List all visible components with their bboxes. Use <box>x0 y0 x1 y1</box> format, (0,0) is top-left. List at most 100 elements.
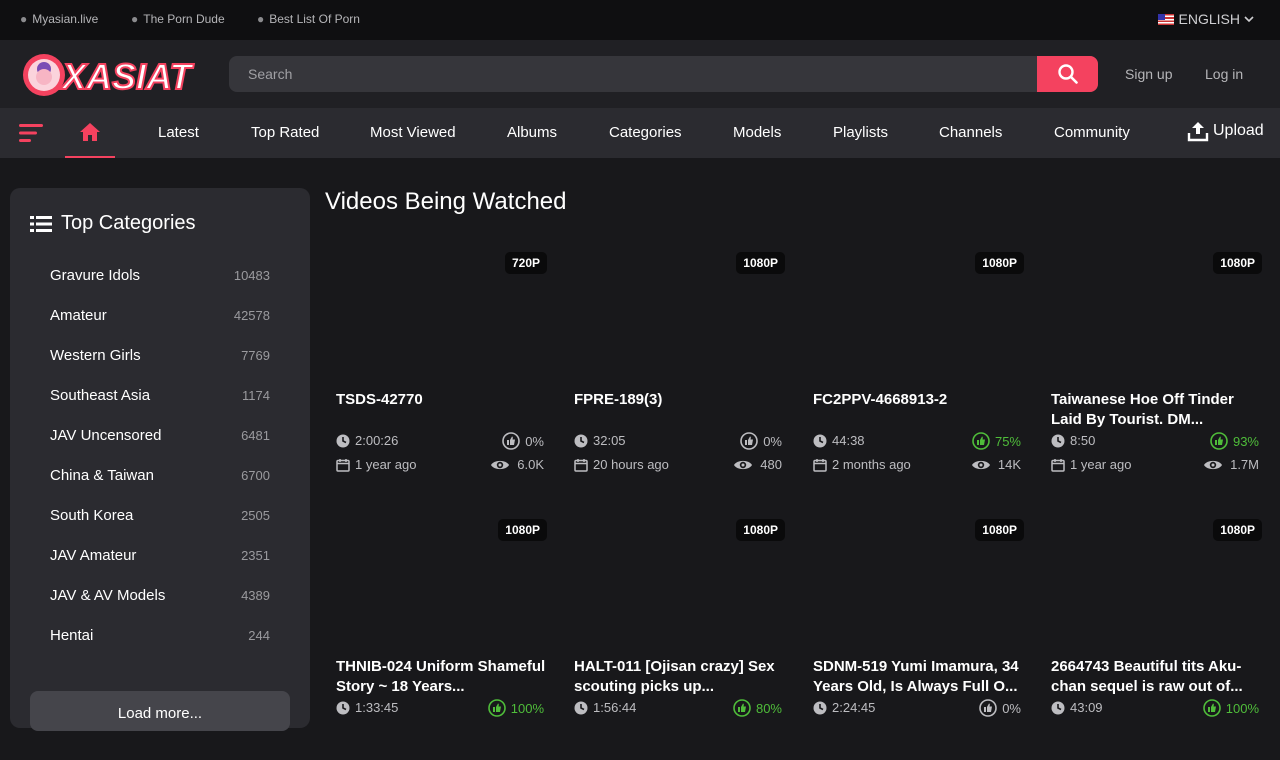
video-card[interactable]: 1080P FC2PPV-4668913-2 44:38 75% 2 months ag… <box>802 243 1028 493</box>
video-title[interactable]: THNIB-024 Uniform Shameful Story ~ 18 Ye… <box>336 657 548 697</box>
rating-text: 100% <box>510 700 544 716</box>
topbar-link-myasian[interactable]: ● Myasian.live <box>20 12 98 26</box>
quality-badge: 720P <box>504 252 547 274</box>
video-title[interactable]: TSDS-42770 <box>336 390 548 410</box>
video-rating: 0% <box>979 699 1021 717</box>
video-rating: 93% <box>1210 432 1259 450</box>
video-rating: 80% <box>733 699 782 717</box>
search-button[interactable] <box>1037 56 1098 92</box>
topbar-link-porndude[interactable]: ● The Porn Dude <box>131 12 225 26</box>
clock-icon <box>336 434 350 447</box>
nav-albums[interactable]: Albums <box>507 124 557 141</box>
rating-text: 75% <box>994 433 1021 449</box>
video-title[interactable]: FPRE-189(3) <box>574 390 786 410</box>
category-item[interactable]: Southeast Asia 1174 <box>50 387 270 404</box>
category-count: 4389 <box>241 588 270 603</box>
category-name: JAV & AV Models <box>50 587 166 604</box>
category-item[interactable]: JAV Uncensored 6481 <box>50 427 270 444</box>
duration-text: 44:38 <box>832 433 865 448</box>
category-count: 244 <box>248 628 270 643</box>
category-count: 7769 <box>241 348 270 363</box>
category-item[interactable]: JAV & AV Models 4389 <box>50 587 270 604</box>
nav-most-viewed[interactable]: Most Viewed <box>370 124 456 141</box>
list-icon <box>30 215 52 232</box>
video-card[interactable]: 1080P SDNM-519 Yumi Imamura, 34 Years Old… <box>802 510 1028 760</box>
video-title[interactable]: FC2PPV-4668913-2 <box>813 390 1025 410</box>
search-icon <box>1057 64 1078 84</box>
video-age: 1 year ago <box>1051 457 1131 472</box>
age-text: 1 year ago <box>1070 457 1132 472</box>
topbar-link-bestlist[interactable]: ● Best List Of Porn <box>257 12 360 26</box>
clock-icon <box>336 701 350 714</box>
category-count: 10483 <box>233 268 270 283</box>
rating-text: 0% <box>525 433 544 449</box>
nav-models[interactable]: Models <box>733 124 781 141</box>
duration-text: 32:05 <box>593 433 626 448</box>
nav-community[interactable]: Community <box>1054 124 1130 141</box>
nav-top-rated[interactable]: Top Rated <box>251 124 319 141</box>
calendar-icon <box>813 458 827 472</box>
category-count: 6700 <box>241 468 270 483</box>
language-selector[interactable]: ENGLISH <box>1157 11 1254 27</box>
quality-badge: 1080P <box>736 519 785 541</box>
category-name: China & Taiwan <box>50 467 154 484</box>
thumbs-up-icon <box>1210 432 1228 450</box>
topbar-link-label: Best List Of Porn <box>269 12 360 26</box>
duration-text: 1:56:44 <box>593 700 637 715</box>
eye-icon <box>734 460 753 469</box>
upload-icon <box>1187 122 1209 142</box>
category-item[interactable]: Gravure Idols 10483 <box>50 267 270 284</box>
load-more-button[interactable]: Load more... <box>30 691 290 731</box>
video-card[interactable]: 1080P Taiwanese Hoe Off Tinder Laid By To… <box>1040 243 1266 493</box>
home-tab[interactable] <box>65 108 115 158</box>
login-link[interactable]: Log in <box>1205 66 1243 82</box>
clock-icon <box>574 701 588 714</box>
video-title[interactable]: Taiwanese Hoe Off Tinder Laid By Tourist… <box>1051 390 1263 430</box>
language-label: ENGLISH <box>1178 11 1240 27</box>
category-item[interactable]: JAV Amateur 2351 <box>50 547 270 564</box>
section-title: Videos Being Watched <box>325 188 567 215</box>
nav-categories[interactable]: Categories <box>609 124 682 141</box>
category-count: 42578 <box>233 308 270 323</box>
duration-text: 8:50 <box>1070 433 1096 448</box>
video-card[interactable]: 1080P FPRE-189(3) 32:05 0% 20 hours ago 480 <box>563 243 789 493</box>
clock-icon <box>574 434 588 447</box>
signup-link[interactable]: Sign up <box>1125 66 1172 82</box>
category-name: Southeast Asia <box>50 387 151 404</box>
calendar-icon <box>574 458 588 472</box>
site-logo[interactable]: XASIAT <box>22 50 208 100</box>
upload-label: Upload <box>1213 122 1264 139</box>
category-item[interactable]: South Korea 2505 <box>50 507 270 524</box>
category-item[interactable]: China & Taiwan 6700 <box>50 467 270 484</box>
video-card[interactable]: 1080P 2664743 Beautiful tits Aku-chan seq… <box>1040 510 1266 760</box>
age-text: 2 months ago <box>832 457 911 472</box>
rating-text: 93% <box>1232 433 1259 449</box>
category-name: Gravure Idols <box>50 267 141 284</box>
duration-text: 43:09 <box>1070 700 1103 715</box>
upload-button[interactable]: Upload <box>1187 120 1264 142</box>
video-title[interactable]: 2664743 Beautiful tits Aku-chan sequel i… <box>1051 657 1263 697</box>
video-views: 6.0K <box>490 457 544 472</box>
topbar-link-label: The Porn Dude <box>143 12 225 26</box>
video-rating: 0% <box>740 432 782 450</box>
views-text: 1.7M <box>1230 457 1259 472</box>
video-title[interactable]: SDNM-519 Yumi Imamura, 34 Years Old, Is … <box>813 657 1025 697</box>
nav-channels[interactable]: Channels <box>939 124 1002 141</box>
video-views: 480 <box>733 457 782 472</box>
video-card[interactable]: 720P TSDS-42770 2:00:26 0% 1 year ago 6.0K <box>325 243 551 493</box>
category-count: 2505 <box>241 508 270 523</box>
nav-playlists[interactable]: Playlists <box>833 124 888 141</box>
quality-badge: 1080P <box>498 519 547 541</box>
age-text: 1 year ago <box>355 457 417 472</box>
category-item[interactable]: Western Girls 7769 <box>50 347 270 364</box>
video-card[interactable]: 1080P THNIB-024 Uniform Shameful Story ~ … <box>325 510 551 760</box>
video-age: 2 months ago <box>813 457 911 472</box>
search-input[interactable] <box>229 56 1037 92</box>
menu-icon[interactable] <box>19 123 45 143</box>
video-title[interactable]: HALT-011 [Ojisan crazy] Sex scouting pic… <box>574 657 786 697</box>
video-card[interactable]: 1080P HALT-011 [Ojisan crazy] Sex scoutin… <box>563 510 789 760</box>
category-item[interactable]: Hentai 244 <box>50 627 270 644</box>
category-item[interactable]: Amateur 42578 <box>50 307 270 324</box>
nav-latest[interactable]: Latest <box>158 124 199 141</box>
duration-text: 2:00:26 <box>355 433 399 448</box>
